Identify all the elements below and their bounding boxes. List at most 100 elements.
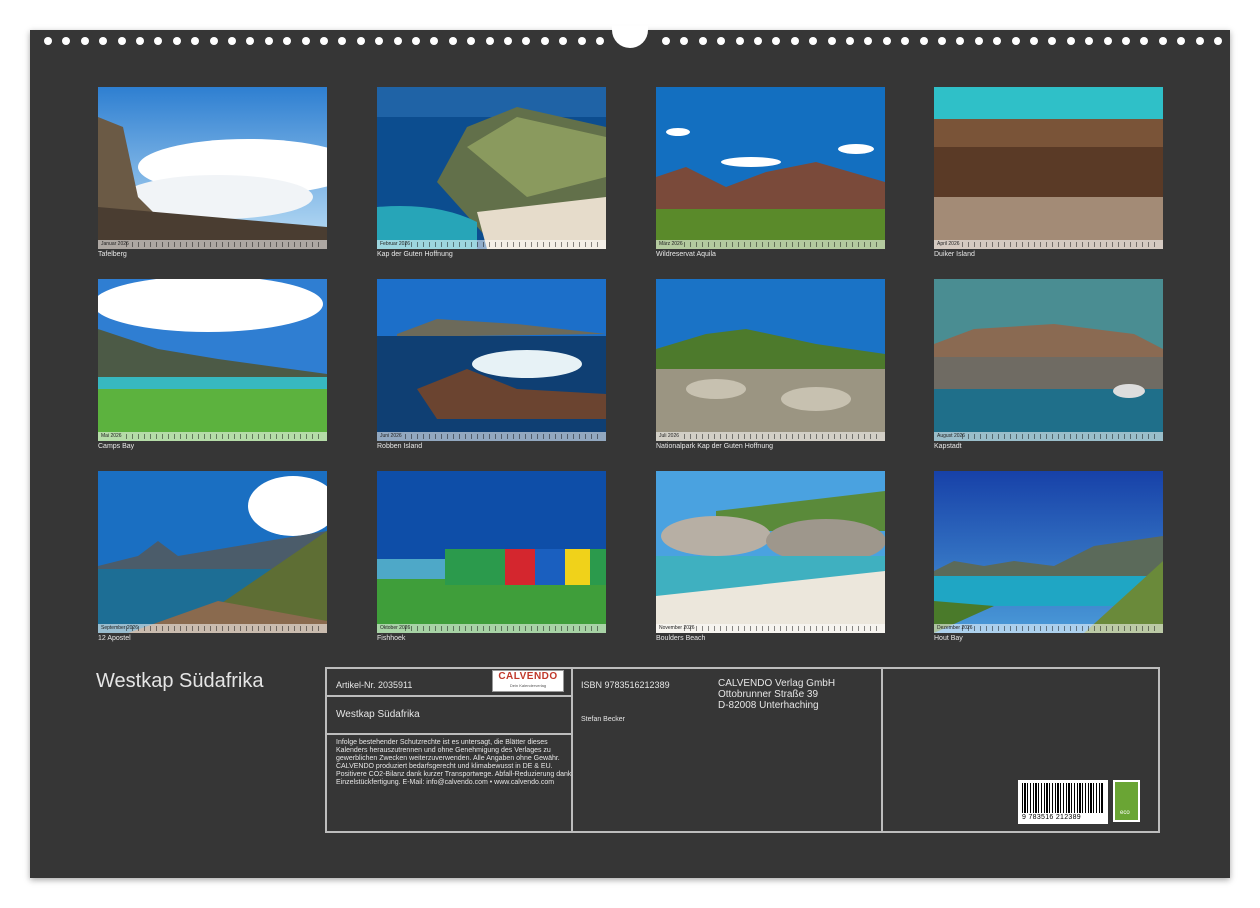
strip-month-label: Mai 2026 [101, 433, 122, 439]
month-thumbnail: September 2026 12 Apostel [98, 471, 327, 646]
binding-hole [1067, 37, 1075, 45]
month-caption: Camps Bay [98, 443, 135, 450]
isbn: ISBN 9783516212389 [581, 680, 670, 690]
publisher-street: Ottobrunner Straße 39 [718, 689, 819, 700]
binding-hole [1214, 37, 1222, 45]
month-thumbnail: Juli 2026 Nationalpark Kap der Guten Hof… [656, 279, 885, 454]
binding-hole [662, 37, 670, 45]
month-photo: November 2026 [656, 471, 885, 633]
binding-hole [504, 37, 512, 45]
binding-hole [173, 37, 181, 45]
hanger-cutout [612, 26, 648, 48]
binding-hole [541, 37, 549, 45]
eco-label: eco [1120, 810, 1130, 816]
strip-days [684, 626, 881, 631]
calendar-back-page: Januar 2026 Tafelberg Februar 2026 Kap d… [30, 26, 1230, 878]
month-caption: 12 Apostel [98, 635, 131, 642]
calendar-strip: März 2026 [656, 240, 885, 249]
month-photo: Juli 2026 [656, 279, 885, 441]
binding-hole [44, 37, 52, 45]
month-photo: Februar 2026 [377, 87, 606, 249]
binding-hole [1030, 37, 1038, 45]
month-photo: August 2026 [934, 279, 1163, 441]
binding-hole [754, 37, 762, 45]
binding-hole [320, 37, 328, 45]
binding-hole [283, 37, 291, 45]
binding-hole [394, 37, 402, 45]
logo-tagline: Dein Kalenderverlag [509, 683, 547, 688]
binding-hole [993, 37, 1001, 45]
strip-days [126, 626, 323, 631]
month-caption: Kapstadt [934, 443, 962, 450]
binding-hole [302, 37, 310, 45]
binding-hole [975, 37, 983, 45]
month-thumbnail: Mai 2026 Camps Bay [98, 279, 327, 454]
month-caption: Nationalpark Kap der Guten Hoffnung [656, 443, 774, 450]
logo-name: CALVENDO [498, 671, 558, 682]
calendar-strip: Januar 2026 [98, 240, 327, 249]
binding-hole [1085, 37, 1093, 45]
binding-hole [210, 37, 218, 45]
binding-hole [1196, 37, 1204, 45]
month-photo: September 2026 [98, 471, 327, 633]
barcode-number: 9 783516 212389 [1022, 814, 1081, 821]
binding-hole [1140, 37, 1148, 45]
strip-month-label: August 2026 [937, 433, 966, 439]
month-photo: Mai 2026 [98, 279, 327, 441]
binding-hole [99, 37, 107, 45]
binding-hole [864, 37, 872, 45]
binding-hole [938, 37, 946, 45]
calendar-strip: Dezember 2026 [934, 624, 1163, 633]
binding-hole [680, 37, 688, 45]
calendar-title: Westkap Südafrika [96, 670, 264, 692]
binding-hole [118, 37, 126, 45]
month-caption: Wildreservat Aquila [656, 251, 716, 258]
month-caption: Duiker Island [934, 251, 975, 258]
binding-hole [809, 37, 817, 45]
binding-hole [920, 37, 928, 45]
strip-month-label: April 2026 [937, 241, 960, 247]
month-thumbnail: März 2026 Wildreservat Aquila [656, 87, 885, 262]
publisher-name: CALVENDO Verlag GmbH [718, 678, 836, 689]
binding-hole [791, 37, 799, 45]
binding-hole [1012, 37, 1020, 45]
binding-hole [956, 37, 964, 45]
month-caption: Fishhoek [377, 635, 406, 642]
calendar-strip: November 2026 [656, 624, 885, 633]
strip-days [126, 434, 323, 439]
calendar-strip: August 2026 [934, 432, 1163, 441]
binding-hole [522, 37, 530, 45]
calendar-title-small: Westkap Südafrika [336, 709, 420, 720]
binding-hole [357, 37, 365, 45]
month-caption: Kap der Guten Hoffnung [377, 251, 453, 258]
binding-hole [559, 37, 567, 45]
legal-notice: Infolge bestehender Schutzrechte ist es … [336, 739, 572, 786]
strip-month-label: Januar 2026 [101, 241, 129, 247]
binding-hole [596, 37, 604, 45]
month-photo: Juni 2026 [377, 279, 606, 441]
month-photo: Oktober 2026 [377, 471, 606, 633]
strip-month-label: Juni 2026 [380, 433, 402, 439]
month-thumbnail: Januar 2026 Tafelberg [98, 87, 327, 262]
month-photo: März 2026 [656, 87, 885, 249]
month-thumbnail: Februar 2026 Kap der Guten Hoffnung [377, 87, 606, 262]
publisher-city: D-82008 Unterhaching [718, 700, 819, 711]
binding-hole [467, 37, 475, 45]
strip-days [962, 434, 1159, 439]
binding-hole [736, 37, 744, 45]
eco-badge: eco [1113, 780, 1140, 822]
month-photo: Dezember 2026 [934, 471, 1163, 633]
article-number: Artikel-Nr. 2035911 [336, 680, 413, 690]
calendar-strip: Oktober 2026 [377, 624, 606, 633]
month-caption: Boulders Beach [656, 635, 706, 642]
month-thumbnail: August 2026 Kapstadt [934, 279, 1163, 454]
strip-days [405, 242, 602, 247]
calendar-strip: Mai 2026 [98, 432, 327, 441]
binding-hole [846, 37, 854, 45]
strip-month-label: März 2026 [659, 241, 683, 247]
calendar-strip: Juni 2026 [377, 432, 606, 441]
binding-hole [1177, 37, 1185, 45]
binding-hole [136, 37, 144, 45]
binding-hole [772, 37, 780, 45]
binding-hole [246, 37, 254, 45]
